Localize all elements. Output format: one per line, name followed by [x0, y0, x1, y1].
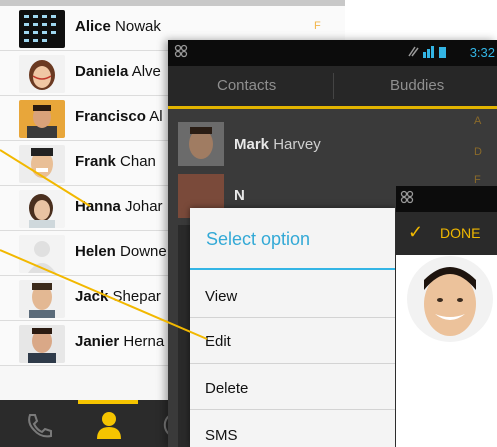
contact-photo [19, 190, 65, 228]
alpha-index[interactable]: D [474, 146, 482, 158]
list-item[interactable]: Mark Harvey [168, 119, 497, 169]
status-bar: 3:32 [168, 40, 497, 66]
divider [190, 363, 395, 364]
select-option-dialog: Select option View Edit Delete SMS [190, 208, 395, 447]
list-photo-strip [178, 225, 190, 447]
done-button[interactable]: DONE [440, 225, 480, 241]
clock: 3:32 [469, 45, 495, 60]
contact-name: Francisco Al [75, 108, 163, 125]
contact-name: Janier Herna [75, 333, 165, 350]
signal-battery-icons [407, 44, 449, 63]
contact-name: Frank Chan [75, 153, 156, 170]
alpha-index[interactable]: F [474, 174, 481, 186]
contact-photo [19, 145, 65, 183]
check-icon[interactable]: ✓ [408, 222, 423, 243]
divider [190, 409, 395, 410]
contact-photo [19, 55, 65, 93]
contact-name: Mark Harvey [234, 136, 321, 153]
option-edit[interactable]: Edit [205, 333, 231, 350]
tab-contacts[interactable]: Contacts [217, 77, 276, 94]
contact-photo [19, 325, 65, 363]
option-delete[interactable]: Delete [205, 380, 248, 397]
alpha-index[interactable]: A [474, 115, 481, 127]
tab-divider [333, 73, 334, 99]
contacts-icon[interactable] [94, 409, 124, 446]
dialog-title: Select option [206, 229, 311, 249]
contact-photo [19, 100, 65, 138]
dialpad-avatar [19, 10, 65, 48]
app-notification-icon [400, 190, 414, 207]
contact-photo-large[interactable] [407, 256, 493, 342]
option-view[interactable]: View [205, 288, 237, 305]
contact-name: Helen Downe [75, 243, 167, 260]
tab-buddies[interactable]: Buddies [390, 77, 444, 94]
active-tab-indicator [78, 400, 138, 404]
contact-name: Alice Nowak [75, 18, 161, 35]
phone-icon[interactable] [24, 412, 52, 443]
edit-contact-screen: ✓ DONE [396, 186, 497, 447]
status-bar [396, 186, 497, 212]
contact-name: Daniela Alve [75, 63, 161, 80]
dialog-title-divider [190, 268, 395, 270]
option-sms[interactable]: SMS [205, 427, 238, 444]
app-notification-icon [174, 44, 188, 61]
divider [190, 317, 395, 318]
action-bar: ✓ DONE [396, 212, 497, 255]
contact-name: N [234, 187, 245, 204]
contact-photo [178, 122, 224, 166]
contact-name: Hanna Johar [75, 198, 163, 215]
default-avatar-icon [19, 235, 65, 273]
contact-photo [19, 280, 65, 318]
index-letter: F [314, 20, 321, 32]
contact-name: Jack Shepar [75, 288, 161, 305]
